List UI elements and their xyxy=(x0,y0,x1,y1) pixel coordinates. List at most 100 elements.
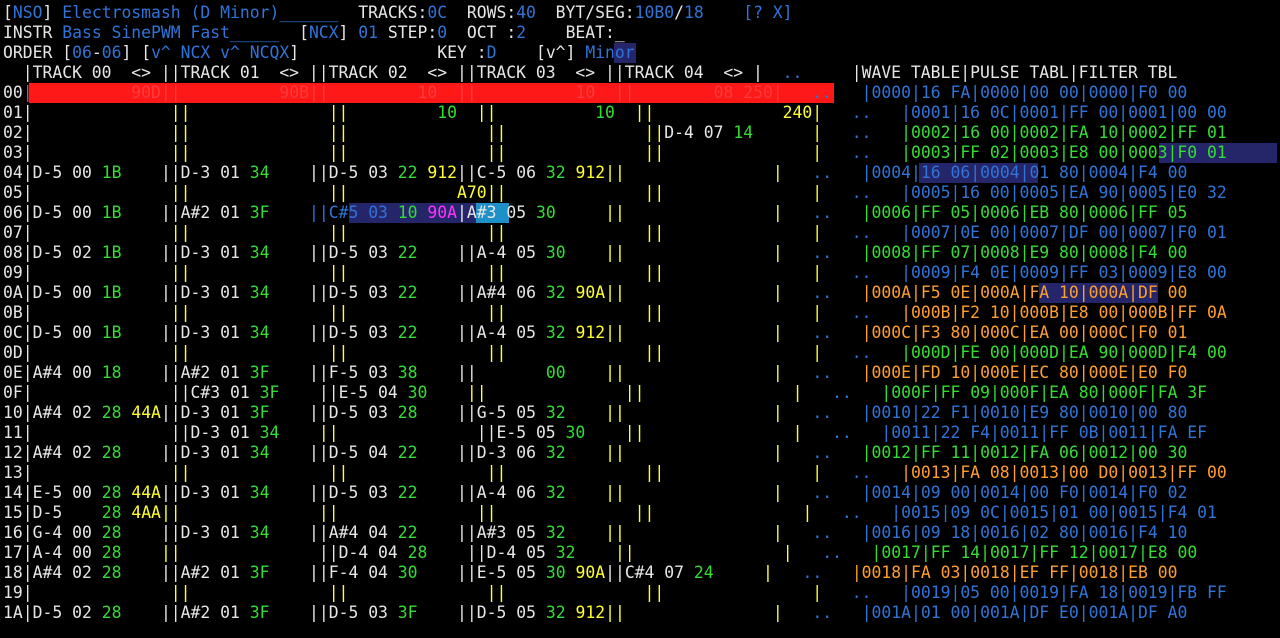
pattern-row-seg: | xyxy=(812,343,823,362)
pattern-row[interactable]: 06|D-5 00 1B ||A#2 01 3F ||C#5 03 10 90A… xyxy=(3,203,1187,223)
pattern-row-seg: || xyxy=(605,323,625,342)
pattern-row[interactable]: 11| ||D-3 01 34 || ||E-5 05 30 || | .. |… xyxy=(3,423,1207,443)
header-line-1[interactable]: [NSO] Electrosmash (D Minor)______ TRACK… xyxy=(3,3,793,23)
header-line-3-seg: [ xyxy=(496,43,546,62)
pattern-row[interactable]: 17|A-4 00 28 || ||D-4 04 28 ||D-4 05 32 … xyxy=(3,543,1197,563)
pattern-row-seg: || xyxy=(644,143,665,162)
header-line-3-seg: ] xyxy=(289,43,319,62)
pattern-row-seg: 18 xyxy=(3,563,23,582)
pattern-row-seg: ||D-5 03 xyxy=(308,403,398,422)
pattern-row[interactable]: 12|A#4 02 28 ||D-3 01 34 ||D-5 04 22 ||D… xyxy=(3,443,1187,463)
pattern-row-seg xyxy=(645,423,793,442)
pattern-row[interactable]: 0C|D-5 00 1B ||D-3 01 34 ||D-5 03 22 ||A… xyxy=(3,323,1187,343)
pattern-row[interactable]: 14|E-5 00 28 44A||D-3 01 34 ||D-5 03 22 … xyxy=(3,483,1187,503)
pattern-row-seg xyxy=(566,523,605,542)
pattern-row[interactable]: 10|A#4 02 28 44A||D-3 01 3F ||D-5 03 28 … xyxy=(3,403,1187,423)
pattern-row-seg: ||D-3 01 xyxy=(160,243,250,262)
pattern-row-seg: || xyxy=(457,103,497,122)
pattern-row-seg xyxy=(418,323,457,342)
pattern-row-seg: .. xyxy=(822,123,902,142)
pattern-row-seg: || xyxy=(614,103,655,122)
pattern-row-seg: || xyxy=(605,603,625,622)
pattern-row[interactable]: 15|D-5 28 4AA|| || || || | .. |0015|09 0… xyxy=(3,503,1217,523)
pattern-row-seg xyxy=(191,463,329,482)
pattern-row-seg xyxy=(348,343,486,362)
pattern-row-seg: | xyxy=(812,463,823,482)
pattern-row-seg xyxy=(625,283,773,302)
pattern-row-seg: |0006|FF 05|0006|EB 80|0006|FF 05 xyxy=(861,203,1188,222)
pattern-row-seg: | xyxy=(772,443,783,462)
pattern-row-seg xyxy=(654,503,802,522)
pattern-row-seg xyxy=(270,203,309,222)
pattern-row-seg: ||D-3 01 xyxy=(170,423,260,442)
pattern-row-seg: || xyxy=(170,583,191,602)
pattern-row-seg xyxy=(506,223,644,242)
pattern-row-seg: || xyxy=(486,303,507,322)
pattern-row[interactable]: 0B| || || || || | .. |000B|F2 10|000B|E8… xyxy=(3,303,1227,323)
pattern-row-seg xyxy=(506,303,644,322)
pattern-row-seg: |0011|22 F4|0011|FF 0B|0011|FA EF xyxy=(881,423,1208,442)
pattern-row[interactable]: 16|G-4 00 28 ||D-3 01 34 ||A#4 04 22 ||A… xyxy=(3,523,1187,543)
pattern-row[interactable]: 18|A#4 02 28 ||A#2 01 3F ||F-4 04 30 ||E… xyxy=(3,563,1177,583)
pattern-row-seg xyxy=(566,403,605,422)
pattern-row-seg: || xyxy=(160,83,181,102)
pattern-row[interactable]: 07| || || || || | .. |0007|0E 00|0007|DF… xyxy=(3,223,1227,243)
pattern-row-seg xyxy=(418,243,457,262)
pattern-row-seg: ||C#4 07 xyxy=(605,563,694,582)
pattern-row-seg xyxy=(487,383,625,402)
pattern-row-seg: |0001|16 0C|0001|FF 00|0001|00 00 xyxy=(901,103,1227,122)
pattern-row-seg: ||A#2 01 xyxy=(160,563,250,582)
pattern-row-seg: | xyxy=(792,383,803,402)
pattern-row-seg: 14 xyxy=(733,123,754,142)
pattern-row-seg: 28 xyxy=(407,543,428,562)
pattern-row[interactable]: 0A|D-5 00 1B ||D-3 01 34 ||D-5 03 22 ||A… xyxy=(3,283,1187,303)
column-header-line[interactable]: |TRACK 00 <> ||TRACK 01 <> ||TRACK 02 <>… xyxy=(3,63,1178,83)
pattern-row[interactable]: 0D| || || || || | .. |000D|FE 00|000D|EA… xyxy=(3,343,1227,363)
pattern-row[interactable]: 00| 90D|| 90B|| 10 || 10 || 08 250| .. |… xyxy=(3,83,1187,103)
pattern-row-seg: | xyxy=(22,143,33,162)
pattern-row[interactable]: 09| || || || || | .. |0009|F4 0E|0009|FF… xyxy=(3,263,1227,283)
pattern-row-seg: .. xyxy=(802,383,882,402)
header-line-1-seg: 40 xyxy=(516,3,536,22)
pattern-row[interactable]: 04|D-5 00 1B ||D-3 01 34 ||D-5 03 22 912… xyxy=(3,163,1187,183)
pattern-row-seg: | xyxy=(802,503,813,522)
pattern-row-seg: 11 xyxy=(3,423,23,442)
pattern-row[interactable]: 08|D-5 02 1B ||D-3 01 34 ||D-5 03 22 ||A… xyxy=(3,243,1187,263)
header-line-2-seg: INSTR xyxy=(3,23,63,42)
pattern-row[interactable]: 13| || || || || | .. |0013|FA 08|0013|00… xyxy=(3,463,1227,483)
pattern-row-seg: || xyxy=(644,343,665,362)
pattern-row-seg: 28 xyxy=(101,403,122,422)
pattern-row-seg: || xyxy=(644,583,665,602)
pattern-row-seg xyxy=(33,103,171,122)
pattern-row-seg xyxy=(625,243,773,262)
header-line-2[interactable]: INSTR Bass SinePWM Fast_____ [NCX] 01 ST… xyxy=(3,23,625,43)
pattern-row[interactable]: 0E|A#4 00 18 ||A#2 01 3F ||F-5 03 38 || … xyxy=(3,363,1187,383)
header-line-3-seg: v^ NCX v^ NCQX xyxy=(151,43,290,62)
pattern-row-seg xyxy=(339,423,477,442)
pattern-row[interactable]: 0F| ||C#3 01 3F ||E-5 04 30 || || | .. |… xyxy=(3,383,1207,403)
header-line-2-seg: BEAT: xyxy=(526,23,615,42)
column-header-line-seg: .. xyxy=(762,63,832,82)
pattern-row[interactable]: 02| || || || ||D-4 07 14 | .. |0002|16 0… xyxy=(3,123,1227,143)
pattern-row-seg: 24 xyxy=(693,563,714,582)
pattern-row-seg: 3F xyxy=(249,563,270,582)
pattern-row-seg: || xyxy=(328,223,349,242)
pattern-row[interactable]: 01| || || 10 || 10 || 240| .. |0001|16 0… xyxy=(3,103,1227,123)
pattern-row-seg xyxy=(625,483,773,502)
pattern-row-seg xyxy=(506,583,644,602)
header-line-3[interactable]: ORDER [06-06] [v^ NCX v^ NCQX] KEY :D [v… xyxy=(3,43,635,63)
pattern-row[interactable]: 19| || || || || | .. |0019|05 00|0019|FA… xyxy=(3,583,1227,603)
pattern-row-seg: .. xyxy=(822,183,902,202)
pattern-row-seg: ||E-5 04 xyxy=(318,383,408,402)
pattern-row-seg xyxy=(33,303,171,322)
pattern-row-seg: || xyxy=(644,223,665,242)
pattern-row-seg: |D-5 xyxy=(22,503,102,522)
tracker-screen: [NSO] Electrosmash (D Minor)______ TRACK… xyxy=(0,0,1280,638)
pattern-row-seg: 07 xyxy=(3,223,23,242)
pattern-row-seg: 0D xyxy=(3,343,23,362)
pattern-row[interactable]: 1A|D-5 02 28 ||A#2 01 3F ||D-5 03 3F ||D… xyxy=(3,603,1187,623)
pattern-row-seg: ||D-3 06 xyxy=(457,443,546,462)
pattern-row[interactable]: 05| || || A70|| || | .. |0005|16 00|0005… xyxy=(3,183,1227,203)
pattern-row-seg: | xyxy=(22,103,33,122)
pattern-row[interactable]: 03| || || || || | .. |0003|FF 02|0003|E8… xyxy=(3,143,1227,163)
